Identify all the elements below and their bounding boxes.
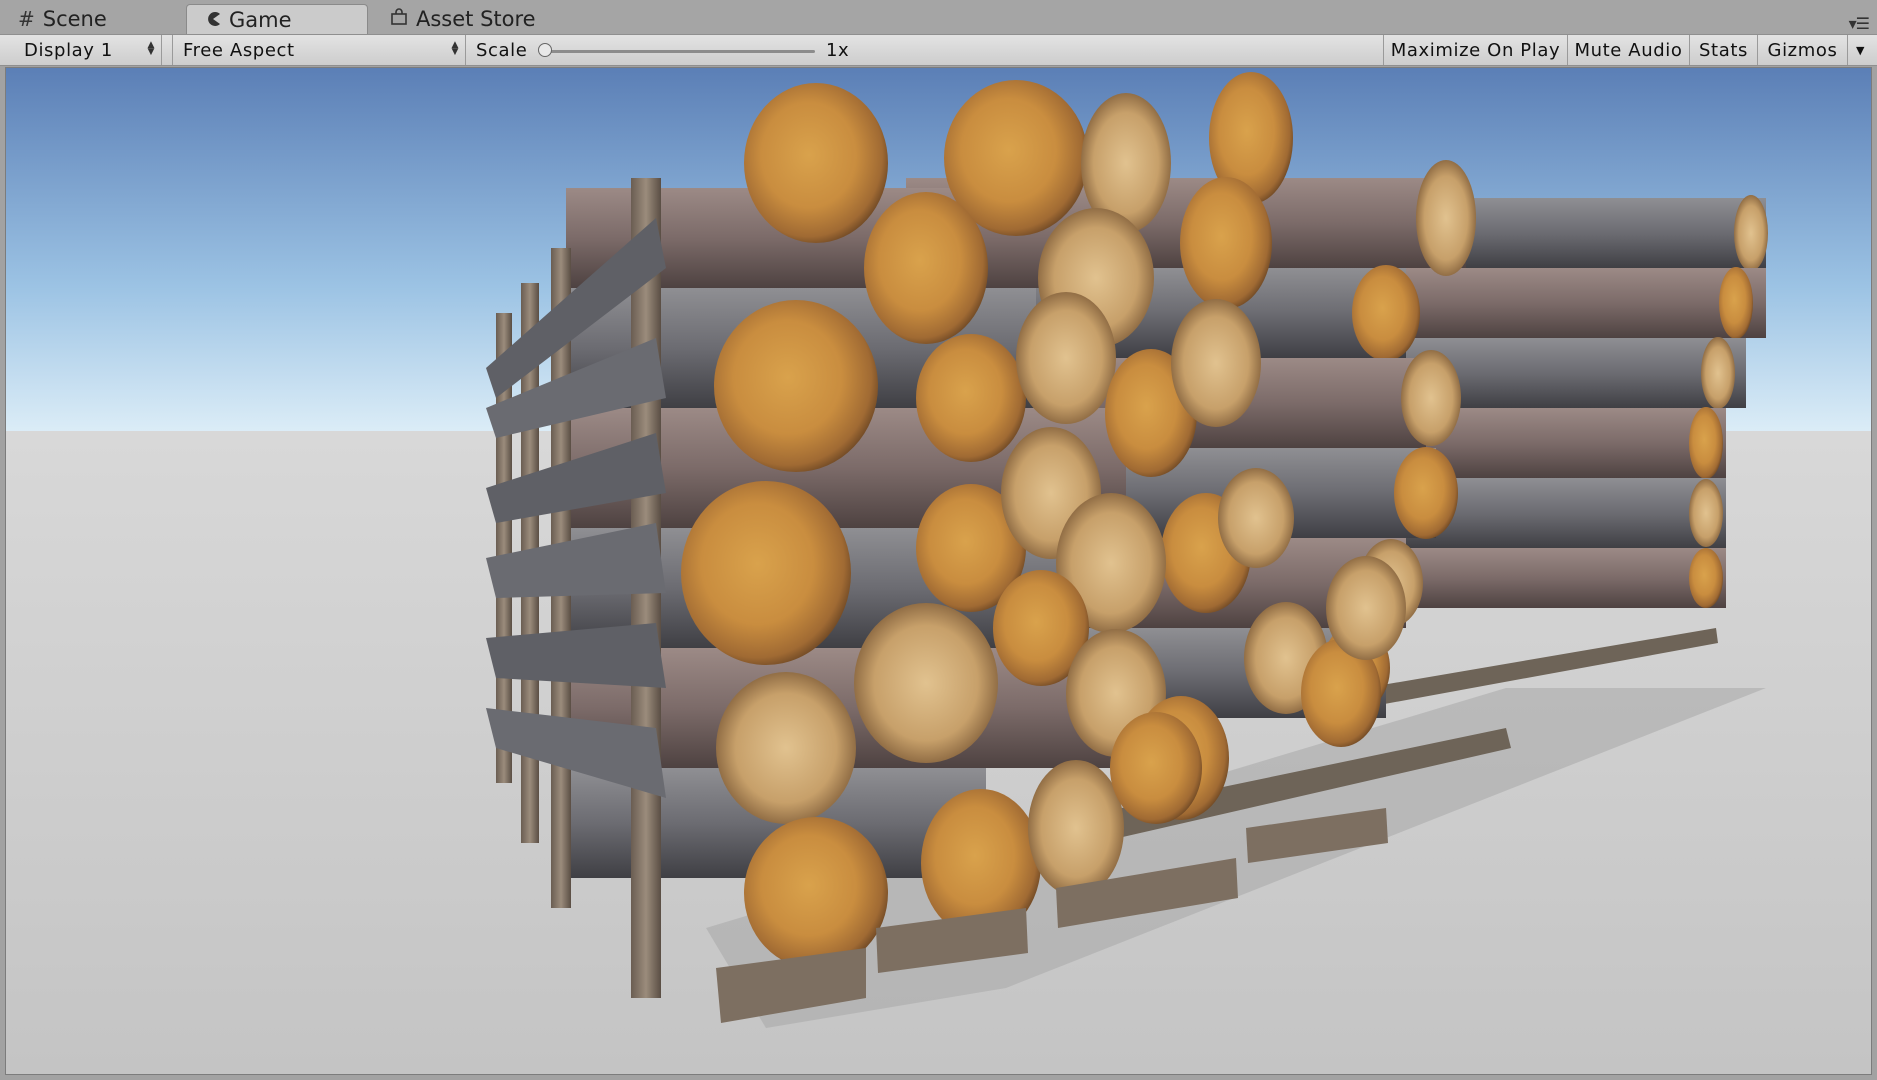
tab-asset-store-label: Asset Store [416,7,536,31]
tab-game-label: Game [229,7,292,32]
tab-scene-label: Scene [42,7,107,31]
game-toolbar: Display 1 ▲ ▼ Free Aspect ▲ ▼ Scale 1x Max… [0,34,1877,66]
aspect-dropdown[interactable]: Free Aspect ▲ ▼ [172,35,466,65]
display-dropdown[interactable]: Display 1 ▲ ▼ [14,35,162,65]
gizmos-dropdown-arrow-icon[interactable]: ▼ [1847,35,1873,65]
stats-button[interactable]: Stats [1689,35,1757,65]
scale-value: 1x [826,39,850,61]
gizmos-button[interactable]: Gizmos [1757,35,1847,65]
log-pile-scene [6,68,1871,1074]
scale-slider-thumb[interactable] [538,43,552,57]
scale-slider-track[interactable] [545,50,815,53]
aspect-dropdown-value: Free Aspect [183,39,295,61]
tab-game[interactable]: Game [186,4,368,34]
tab-strip: # Scene Game Asset Store ▾☰ [0,0,1877,34]
tab-asset-store[interactable]: Asset Store [372,4,572,34]
tab-menu-icon[interactable]: ▾☰ [1849,14,1870,33]
updown-arrows-icon: ▲ ▼ [147,40,155,57]
maximize-on-play-button[interactable]: Maximize On Play [1383,35,1567,65]
unity-game-window: # Scene Game Asset Store ▾☰ Display 1 ▲ ▼… [0,0,1877,1080]
display-dropdown-value: Display 1 [24,39,113,61]
scale-label: Scale [476,39,528,61]
game-viewport[interactable] [5,67,1872,1075]
mute-audio-button[interactable]: Mute Audio [1567,35,1689,65]
pacman-icon [205,8,221,32]
shopping-bag-icon [390,7,408,31]
tab-scene[interactable]: # Scene [0,4,180,34]
updown-arrows-icon: ▲ ▼ [451,40,459,57]
grid-icon: # [18,7,35,31]
